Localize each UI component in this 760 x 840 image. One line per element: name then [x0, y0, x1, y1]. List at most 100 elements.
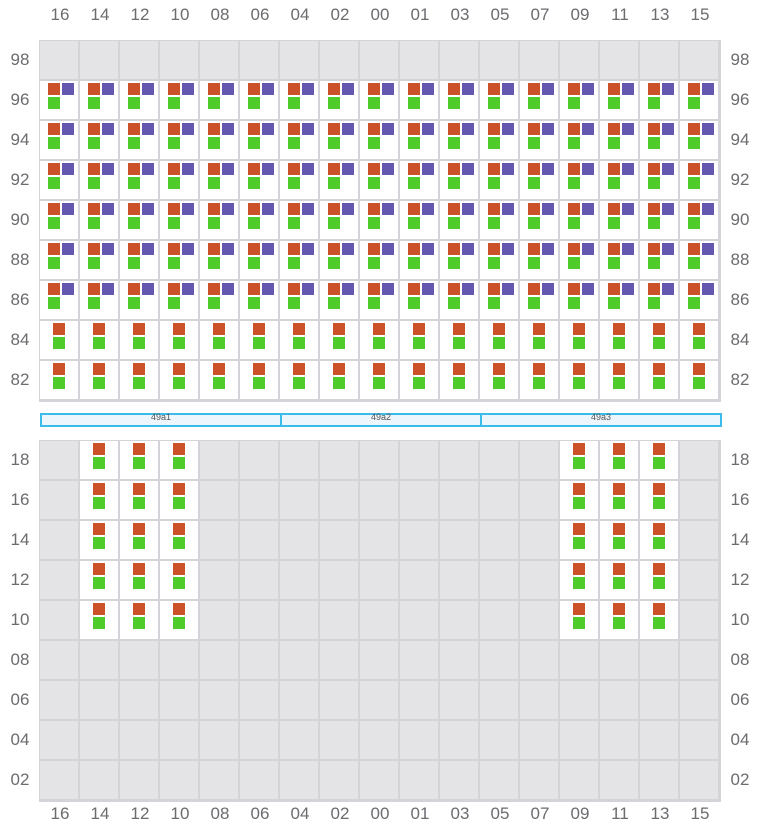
seat-84-11[interactable]: [600, 321, 638, 359]
seat-92-07[interactable]: [520, 161, 558, 199]
seat-94-04[interactable]: [280, 121, 318, 159]
seat-84-07[interactable]: [520, 321, 558, 359]
seat-90-02[interactable]: [320, 201, 358, 239]
seat-86-07[interactable]: [520, 281, 558, 319]
seat-94-02[interactable]: [320, 121, 358, 159]
seat-94-10[interactable]: [160, 121, 198, 159]
seat-88-08[interactable]: [200, 241, 238, 279]
seat-84-09[interactable]: [560, 321, 598, 359]
seat-16-13[interactable]: [640, 481, 678, 519]
seat-90-12[interactable]: [120, 201, 158, 239]
seat-88-15[interactable]: [680, 241, 718, 279]
seat-96-00[interactable]: [360, 81, 398, 119]
seat-96-10[interactable]: [160, 81, 198, 119]
seat-96-16[interactable]: [40, 81, 78, 119]
seat-88-16[interactable]: [40, 241, 78, 279]
seat-82-15[interactable]: [680, 361, 718, 399]
seat-82-13[interactable]: [640, 361, 678, 399]
seat-86-05[interactable]: [480, 281, 518, 319]
seat-96-02[interactable]: [320, 81, 358, 119]
seat-92-00[interactable]: [360, 161, 398, 199]
seat-82-03[interactable]: [440, 361, 478, 399]
seat-88-09[interactable]: [560, 241, 598, 279]
seat-12-13[interactable]: [640, 561, 678, 599]
seat-92-08[interactable]: [200, 161, 238, 199]
seat-92-01[interactable]: [400, 161, 438, 199]
seat-94-13[interactable]: [640, 121, 678, 159]
seat-96-11[interactable]: [600, 81, 638, 119]
zone-band[interactable]: 49a1: [40, 412, 282, 427]
seat-90-00[interactable]: [360, 201, 398, 239]
seat-12-11[interactable]: [600, 561, 638, 599]
seat-82-14[interactable]: [80, 361, 118, 399]
seat-86-10[interactable]: [160, 281, 198, 319]
seat-86-14[interactable]: [80, 281, 118, 319]
seat-94-01[interactable]: [400, 121, 438, 159]
seat-84-10[interactable]: [160, 321, 198, 359]
seat-96-13[interactable]: [640, 81, 678, 119]
seat-84-15[interactable]: [680, 321, 718, 359]
seat-94-03[interactable]: [440, 121, 478, 159]
seat-90-11[interactable]: [600, 201, 638, 239]
seat-92-06[interactable]: [240, 161, 278, 199]
seat-92-10[interactable]: [160, 161, 198, 199]
seat-96-09[interactable]: [560, 81, 598, 119]
seat-92-15[interactable]: [680, 161, 718, 199]
seat-96-06[interactable]: [240, 81, 278, 119]
seat-82-00[interactable]: [360, 361, 398, 399]
seat-82-16[interactable]: [40, 361, 78, 399]
seat-94-00[interactable]: [360, 121, 398, 159]
seat-96-05[interactable]: [480, 81, 518, 119]
seat-96-04[interactable]: [280, 81, 318, 119]
seat-84-06[interactable]: [240, 321, 278, 359]
seat-16-11[interactable]: [600, 481, 638, 519]
seat-12-09[interactable]: [560, 561, 598, 599]
seat-18-11[interactable]: [600, 441, 638, 479]
seat-18-10[interactable]: [160, 441, 198, 479]
seat-18-14[interactable]: [80, 441, 118, 479]
seat-18-12[interactable]: [120, 441, 158, 479]
seat-92-16[interactable]: [40, 161, 78, 199]
seat-86-03[interactable]: [440, 281, 478, 319]
seat-82-07[interactable]: [520, 361, 558, 399]
seat-96-08[interactable]: [200, 81, 238, 119]
seat-94-09[interactable]: [560, 121, 598, 159]
seat-94-14[interactable]: [80, 121, 118, 159]
seat-86-11[interactable]: [600, 281, 638, 319]
seat-88-00[interactable]: [360, 241, 398, 279]
seat-84-03[interactable]: [440, 321, 478, 359]
seat-82-06[interactable]: [240, 361, 278, 399]
seat-82-12[interactable]: [120, 361, 158, 399]
seat-92-13[interactable]: [640, 161, 678, 199]
seat-82-08[interactable]: [200, 361, 238, 399]
seat-82-04[interactable]: [280, 361, 318, 399]
seat-10-09[interactable]: [560, 601, 598, 639]
seat-84-12[interactable]: [120, 321, 158, 359]
seat-14-12[interactable]: [120, 521, 158, 559]
seat-96-15[interactable]: [680, 81, 718, 119]
seat-12-10[interactable]: [160, 561, 198, 599]
seat-18-13[interactable]: [640, 441, 678, 479]
seat-94-06[interactable]: [240, 121, 278, 159]
seat-96-03[interactable]: [440, 81, 478, 119]
seat-88-03[interactable]: [440, 241, 478, 279]
seat-86-09[interactable]: [560, 281, 598, 319]
seat-92-02[interactable]: [320, 161, 358, 199]
seat-84-14[interactable]: [80, 321, 118, 359]
seat-84-01[interactable]: [400, 321, 438, 359]
seat-84-08[interactable]: [200, 321, 238, 359]
seat-94-16[interactable]: [40, 121, 78, 159]
seat-88-05[interactable]: [480, 241, 518, 279]
seat-92-09[interactable]: [560, 161, 598, 199]
seat-82-05[interactable]: [480, 361, 518, 399]
seat-88-07[interactable]: [520, 241, 558, 279]
seat-94-05[interactable]: [480, 121, 518, 159]
zone-band[interactable]: 49a2: [280, 412, 482, 427]
seat-84-00[interactable]: [360, 321, 398, 359]
seat-90-05[interactable]: [480, 201, 518, 239]
seat-86-06[interactable]: [240, 281, 278, 319]
seat-86-02[interactable]: [320, 281, 358, 319]
seat-90-15[interactable]: [680, 201, 718, 239]
seat-14-10[interactable]: [160, 521, 198, 559]
seat-16-14[interactable]: [80, 481, 118, 519]
